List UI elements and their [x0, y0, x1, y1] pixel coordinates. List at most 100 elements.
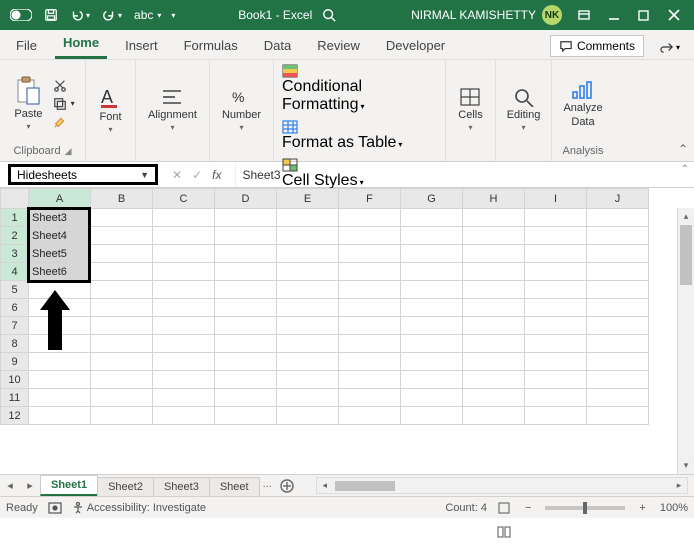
cell-F8[interactable] [339, 335, 401, 353]
cell-D9[interactable] [215, 353, 277, 371]
alignment-button[interactable]: Alignment ▾ [144, 85, 201, 134]
cell-G4[interactable] [401, 263, 463, 281]
cell-J8[interactable] [587, 335, 649, 353]
cell-J9[interactable] [587, 353, 649, 371]
cell-G9[interactable] [401, 353, 463, 371]
cell-G10[interactable] [401, 371, 463, 389]
cell-C10[interactable] [153, 371, 215, 389]
autosave-toggle[interactable] [6, 7, 36, 23]
cell-D1[interactable] [215, 209, 277, 227]
cell-I6[interactable] [525, 299, 587, 317]
cell-H6[interactable] [463, 299, 525, 317]
cell-D11[interactable] [215, 389, 277, 407]
close-button[interactable] [660, 4, 688, 26]
share-button[interactable]: ▾ [654, 37, 686, 57]
cell-I7[interactable] [525, 317, 587, 335]
format-painter-button[interactable] [53, 115, 75, 129]
sheet-nav-prev[interactable]: ◂ [0, 475, 20, 496]
cell-A10[interactable] [29, 371, 91, 389]
sheet-tab-sheet1[interactable]: Sheet1 [40, 475, 98, 496]
cell-E2[interactable] [277, 227, 339, 245]
spreadsheet-grid[interactable]: ABCDEFGHIJ1Sheet32Sheet43Sheet54Sheet656… [0, 188, 694, 474]
expand-formula-bar[interactable]: ⌃ [676, 162, 694, 187]
formula-content[interactable]: Sheet3 [235, 162, 676, 187]
row-header-12[interactable]: 12 [1, 407, 29, 425]
comments-button[interactable]: Comments [550, 35, 644, 57]
cell-F7[interactable] [339, 317, 401, 335]
cell-B8[interactable] [91, 335, 153, 353]
cell-F1[interactable] [339, 209, 401, 227]
cell-D6[interactable] [215, 299, 277, 317]
cell-E12[interactable] [277, 407, 339, 425]
cell-C7[interactable] [153, 317, 215, 335]
cell-A7[interactable] [29, 317, 91, 335]
name-box[interactable]: Hidesheets ▼ [8, 164, 158, 185]
zoom-slider[interactable] [545, 506, 625, 510]
row-header-6[interactable]: 6 [1, 299, 29, 317]
cell-H7[interactable] [463, 317, 525, 335]
cell-B12[interactable] [91, 407, 153, 425]
col-header-C[interactable]: C [153, 189, 215, 209]
cell-H4[interactable] [463, 263, 525, 281]
cell-G7[interactable] [401, 317, 463, 335]
editing-button[interactable]: Editing ▾ [503, 85, 545, 134]
cell-A11[interactable] [29, 389, 91, 407]
cut-button[interactable] [53, 79, 75, 93]
collapse-ribbon-button[interactable]: ⌃ [678, 142, 688, 156]
cell-H11[interactable] [463, 389, 525, 407]
cell-G2[interactable] [401, 227, 463, 245]
col-header-D[interactable]: D [215, 189, 277, 209]
cell-F9[interactable] [339, 353, 401, 371]
cell-J5[interactable] [587, 281, 649, 299]
cell-E1[interactable] [277, 209, 339, 227]
col-header-H[interactable]: H [463, 189, 525, 209]
scroll-left-button[interactable]: ◂ [317, 480, 333, 491]
redo-button[interactable]: ▾ [98, 6, 126, 24]
cell-D2[interactable] [215, 227, 277, 245]
cell-F12[interactable] [339, 407, 401, 425]
cell-J1[interactable] [587, 209, 649, 227]
col-header-J[interactable]: J [587, 189, 649, 209]
cell-G3[interactable] [401, 245, 463, 263]
maximize-button[interactable] [630, 4, 658, 26]
row-header-3[interactable]: 3 [1, 245, 29, 263]
col-header-F[interactable]: F [339, 189, 401, 209]
cell-G12[interactable] [401, 407, 463, 425]
cell-F6[interactable] [339, 299, 401, 317]
cell-D10[interactable] [215, 371, 277, 389]
vertical-scrollbar[interactable]: ▴ ▾ [677, 208, 694, 474]
cell-E6[interactable] [277, 299, 339, 317]
cell-A2[interactable]: Sheet4 [29, 227, 91, 245]
cell-C3[interactable] [153, 245, 215, 263]
col-header-G[interactable]: G [401, 189, 463, 209]
cell-B11[interactable] [91, 389, 153, 407]
cell-J3[interactable] [587, 245, 649, 263]
cell-A1[interactable]: Sheet3 [29, 209, 91, 227]
cell-H10[interactable] [463, 371, 525, 389]
cell-I3[interactable] [525, 245, 587, 263]
name-box-dropdown[interactable]: ▼ [140, 170, 149, 180]
font-button[interactable]: A Font ▾ [95, 83, 125, 136]
cell-J7[interactable] [587, 317, 649, 335]
cell-E8[interactable] [277, 335, 339, 353]
cell-G11[interactable] [401, 389, 463, 407]
row-header-9[interactable]: 9 [1, 353, 29, 371]
undo-button[interactable]: ▾ [66, 6, 94, 24]
cell-B7[interactable] [91, 317, 153, 335]
cell-B5[interactable] [91, 281, 153, 299]
cell-E11[interactable] [277, 389, 339, 407]
cell-G6[interactable] [401, 299, 463, 317]
cell-B9[interactable] [91, 353, 153, 371]
insert-function-icon[interactable]: fx [212, 168, 221, 182]
cell-D3[interactable] [215, 245, 277, 263]
cell-I8[interactable] [525, 335, 587, 353]
cell-E7[interactable] [277, 317, 339, 335]
cell-C4[interactable] [153, 263, 215, 281]
cell-A12[interactable] [29, 407, 91, 425]
cell-B1[interactable] [91, 209, 153, 227]
cell-I4[interactable] [525, 263, 587, 281]
row-header-7[interactable]: 7 [1, 317, 29, 335]
cell-J11[interactable] [587, 389, 649, 407]
cancel-formula-icon[interactable]: ✕ [172, 168, 182, 182]
cell-F5[interactable] [339, 281, 401, 299]
